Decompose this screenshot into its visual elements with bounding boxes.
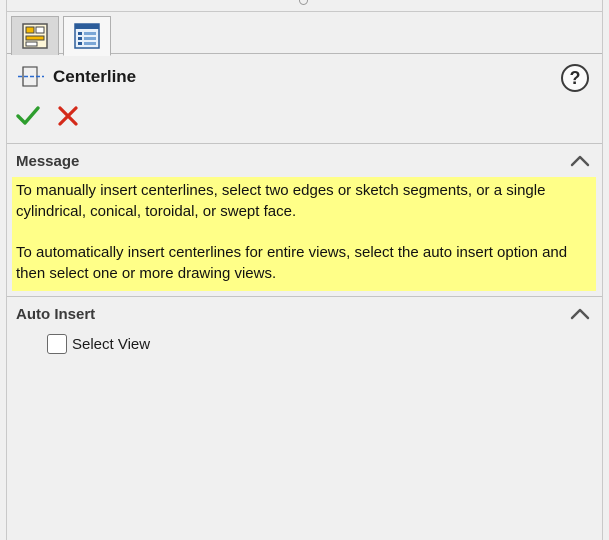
property-manager-panel: Centerline ? Message To manually insert … xyxy=(6,0,603,540)
action-buttons xyxy=(7,103,602,133)
cancel-button[interactable] xyxy=(55,103,81,129)
help-button[interactable]: ? xyxy=(561,64,589,92)
page-title: Centerline xyxy=(53,67,137,86)
message-text-auto: To automatically insert centerlines for … xyxy=(16,244,568,282)
config-list-icon xyxy=(74,23,100,49)
green-checkmark-icon xyxy=(16,106,40,125)
message-box: To manually insert centerlines, select t… xyxy=(12,177,596,291)
message-group-title: Message xyxy=(16,153,80,170)
message-text-manual: To manually insert centerlines, select t… xyxy=(16,182,546,220)
feature-header: Centerline ? xyxy=(7,54,602,99)
auto-insert-group-title: Auto Insert xyxy=(16,306,96,323)
select-view-label: Select View xyxy=(72,335,151,353)
select-view-checkbox[interactable] xyxy=(47,334,67,354)
auto-insert-group-header[interactable]: Auto Insert xyxy=(7,296,602,324)
select-view-option[interactable]: Select View xyxy=(47,333,150,355)
tab-config-list[interactable] xyxy=(63,16,111,56)
chevron-up-icon[interactable] xyxy=(569,305,591,321)
manager-tabs xyxy=(7,12,602,56)
red-x-icon xyxy=(58,106,78,126)
top-splitter[interactable] xyxy=(7,0,602,12)
chevron-up-icon[interactable] xyxy=(569,152,591,168)
tab-property-manager[interactable] xyxy=(11,16,59,55)
ok-button[interactable] xyxy=(15,103,41,129)
centerline-icon xyxy=(18,66,44,87)
splitter-handle[interactable] xyxy=(299,0,308,5)
message-group-header[interactable]: Message xyxy=(7,143,602,171)
property-manager-icon xyxy=(22,23,48,49)
